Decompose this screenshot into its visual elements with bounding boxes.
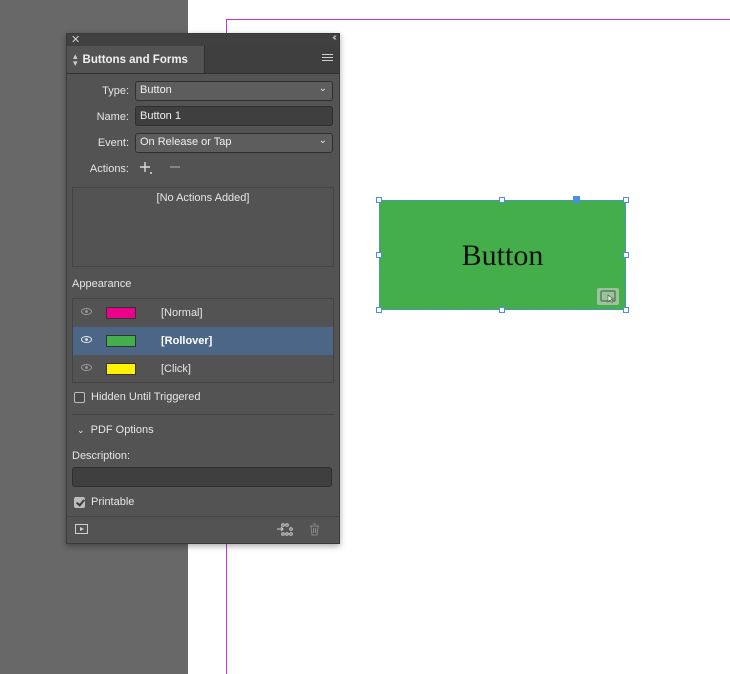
panel-tab-bar: ▴ ▾ Buttons and Forms bbox=[67, 46, 339, 74]
tab-buttons-and-forms[interactable]: ▴ ▾ Buttons and Forms bbox=[67, 46, 205, 73]
event-select-value: On Release or Tap bbox=[140, 136, 232, 148]
eye-icon[interactable] bbox=[81, 308, 92, 315]
panel-top-bar[interactable]: ✕ ‹‹ bbox=[67, 32, 339, 46]
chevron-down-icon: ⌄ bbox=[318, 135, 327, 146]
collapse-icon[interactable]: ‹‹ bbox=[332, 32, 336, 43]
preview-icon[interactable] bbox=[75, 524, 88, 535]
selection-handle-top-right[interactable] bbox=[623, 197, 629, 203]
close-icon[interactable]: ✕ bbox=[71, 33, 80, 46]
actions-empty-text: [No Actions Added] bbox=[156, 192, 250, 204]
panel-bottom-bar bbox=[67, 516, 339, 543]
printable-checkbox[interactable] bbox=[74, 497, 85, 508]
add-action-icon[interactable] bbox=[139, 161, 153, 178]
appearance-row-click[interactable]: [Click] bbox=[73, 355, 333, 383]
eye-icon[interactable] bbox=[81, 336, 92, 343]
appearance-label-normal: [Normal] bbox=[161, 307, 203, 319]
appearance-label-rollover: [Rollover] bbox=[161, 335, 213, 347]
selection-handle-middle-right[interactable] bbox=[623, 252, 629, 258]
selection-handle-bottom-right[interactable] bbox=[623, 307, 629, 313]
selection-handle-top-middle[interactable] bbox=[499, 197, 505, 203]
selection-handle-top-left[interactable] bbox=[376, 197, 382, 203]
appearance-title: Appearance bbox=[72, 278, 132, 290]
selection-handle-center-point[interactable] bbox=[573, 196, 580, 203]
panel-menu-icon[interactable] bbox=[322, 54, 333, 63]
buttons-and-forms-panel: ✕ ‹‹ ▴ ▾ Buttons and Forms Type: Button ⌄… bbox=[66, 32, 340, 544]
description-label: Description: bbox=[72, 450, 131, 462]
panel-title: Buttons and Forms bbox=[82, 53, 188, 66]
appearance-row-rollover[interactable]: [Rollover] bbox=[73, 327, 333, 355]
hidden-until-triggered-label: Hidden Until Triggered bbox=[91, 391, 201, 403]
selection-handle-middle-left[interactable] bbox=[376, 252, 382, 258]
divider bbox=[72, 414, 334, 415]
pdf-options-toggle[interactable]: ⌄ PDF Options bbox=[77, 424, 154, 436]
appearance-list: [Normal] [Rollover] [Click] bbox=[72, 298, 334, 383]
printable-label: Printable bbox=[91, 496, 135, 508]
appearance-label-click: [Click] bbox=[161, 363, 191, 375]
eye-icon[interactable] bbox=[81, 364, 92, 371]
margin-guide-top bbox=[226, 19, 730, 20]
button-badge-icon bbox=[597, 288, 619, 305]
convert-object-icon[interactable] bbox=[277, 523, 293, 536]
name-input[interactable] bbox=[135, 106, 333, 126]
type-select-value: Button bbox=[140, 84, 172, 96]
button-object-label: Button bbox=[461, 239, 544, 272]
chevron-down-icon: ⌄ bbox=[77, 425, 85, 435]
selection-handle-bottom-middle[interactable] bbox=[499, 307, 505, 313]
chevron-down-icon: ⌄ bbox=[318, 83, 327, 94]
pdf-options-label: PDF Options bbox=[90, 424, 154, 436]
description-input[interactable] bbox=[72, 467, 332, 487]
selection-handle-bottom-left[interactable] bbox=[376, 307, 382, 313]
trash-icon[interactable] bbox=[309, 523, 320, 536]
type-select[interactable]: Button ⌄ bbox=[135, 81, 333, 101]
button-object[interactable]: Button bbox=[379, 200, 626, 310]
tab-reorder-icon: ▴ ▾ bbox=[73, 50, 78, 68]
event-label: Event: bbox=[97, 137, 129, 149]
name-label: Name: bbox=[96, 111, 129, 123]
appearance-swatch-normal bbox=[106, 307, 136, 319]
remove-action-icon[interactable] bbox=[169, 161, 181, 176]
actions-list[interactable]: [No Actions Added] bbox=[72, 187, 334, 267]
appearance-row-normal[interactable]: [Normal] bbox=[73, 299, 333, 327]
appearance-swatch-click bbox=[106, 363, 136, 375]
type-label: Type: bbox=[102, 85, 129, 97]
appearance-swatch-rollover bbox=[106, 335, 136, 347]
event-select[interactable]: On Release or Tap ⌄ bbox=[135, 133, 333, 153]
actions-label: Actions: bbox=[89, 163, 129, 175]
hidden-until-triggered-checkbox[interactable] bbox=[74, 392, 85, 403]
